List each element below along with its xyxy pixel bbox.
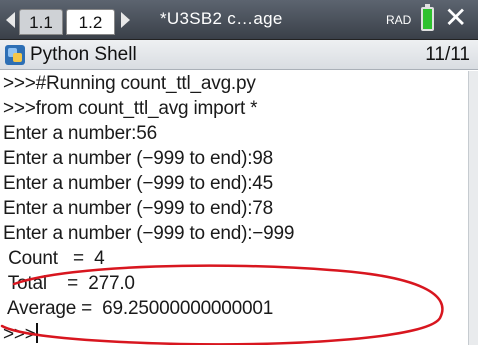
tab-bar: 1.1 1.2 *U3SB2 c…age RAD ✕ [0, 0, 478, 40]
close-icon[interactable]: ✕ [444, 3, 467, 33]
python-icon [5, 45, 25, 65]
shell-line: >>>#Running count_ttl_avg.py [3, 73, 256, 94]
app-header: Python Shell 11/11 [0, 40, 478, 70]
text-cursor [35, 323, 38, 343]
scrollbar[interactable] [468, 71, 478, 345]
shell-line: Enter a number:56 [3, 123, 157, 144]
shell-line: Enter a number (−999 to end):45 [3, 173, 274, 194]
shell-line: Enter a number (−999 to end):98 [3, 148, 274, 169]
shell-prompt-line[interactable]: >>> [3, 323, 38, 346]
shell-line: Average = 69.25000000000001 [3, 298, 274, 319]
shell-line: Enter a number (−999 to end):78 [3, 198, 274, 219]
tab-1-1[interactable]: 1.1 [19, 9, 63, 35]
shell-line: >>>from count_ttl_avg import * [3, 98, 258, 119]
shell-output[interactable]: >>>#Running count_ttl_avg.py >>>from cou… [0, 71, 468, 345]
page-indicator: 11/11 [425, 44, 470, 65]
shell-line: Enter a number (−999 to end):−999 [3, 223, 295, 244]
shell-line: Total = 277.0 [3, 273, 135, 294]
previous-tab-arrow-icon[interactable] [6, 12, 15, 28]
document-title: *U3SB2 c…age [160, 9, 283, 28]
next-tab-arrow-icon[interactable] [121, 12, 130, 28]
shell-line: Count = 4 [3, 248, 105, 269]
app-title: Python Shell [30, 44, 137, 65]
angle-mode-indicator: RAD [386, 13, 412, 27]
shell-prompt: >>> [3, 324, 36, 345]
tab-1-2[interactable]: 1.2 [66, 9, 115, 35]
battery-icon [421, 4, 434, 31]
